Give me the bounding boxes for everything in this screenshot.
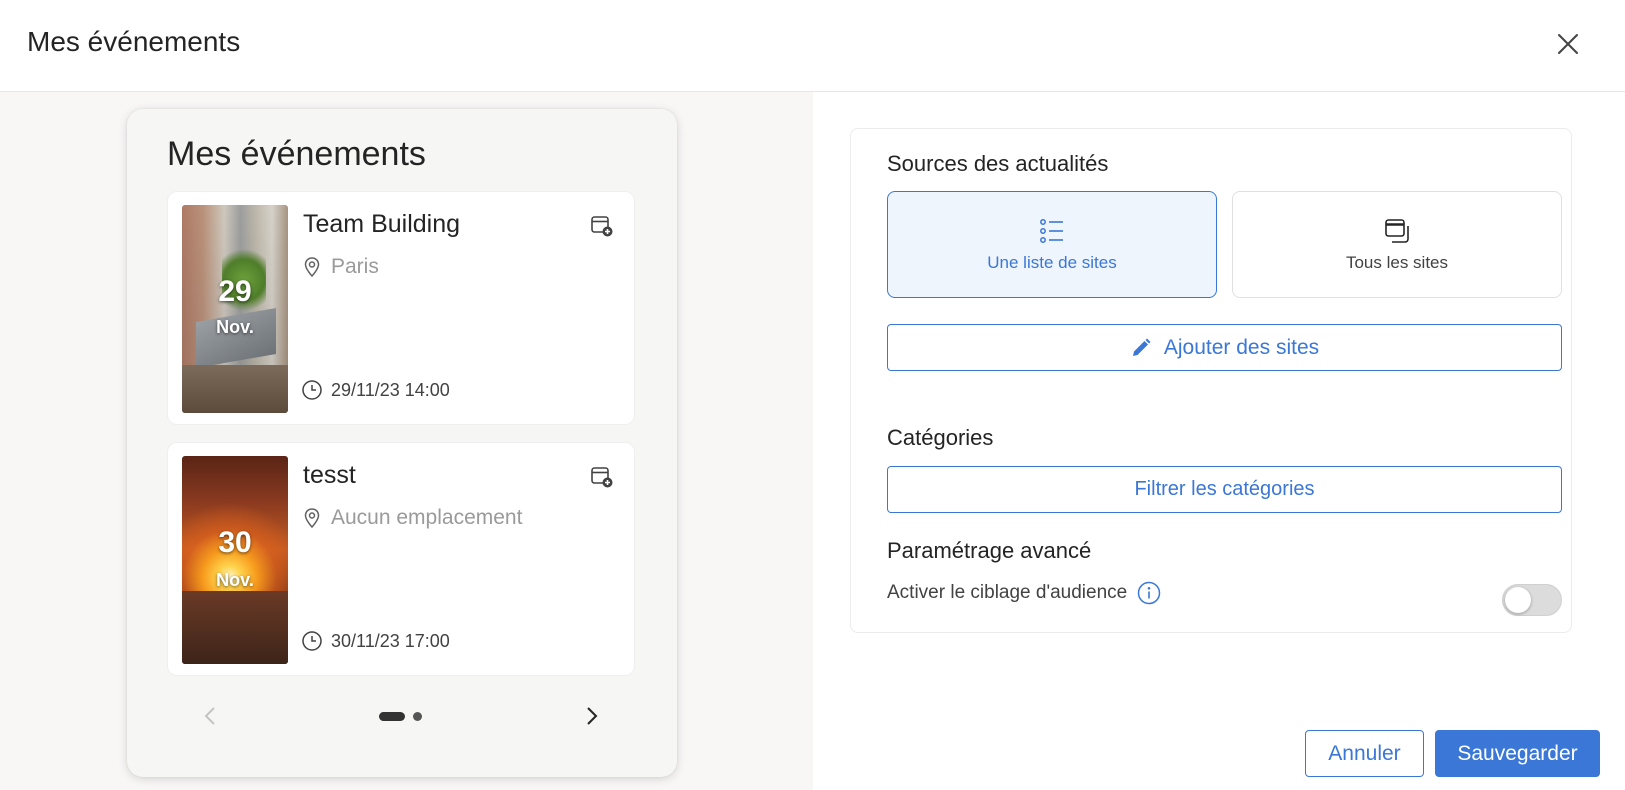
clock-icon: [302, 380, 322, 400]
event-card[interactable]: 30 Nov. tesst Aucun emplacement 30/11/23…: [167, 442, 635, 676]
preview-title: Mes événements: [167, 135, 426, 173]
info-icon[interactable]: [1137, 581, 1161, 605]
add-sites-label: Ajouter des sites: [1163, 335, 1320, 359]
event-card[interactable]: 29 Nov. Team Building Paris 29/11/23 14:…: [167, 191, 635, 425]
previous-button[interactable]: [197, 703, 223, 729]
source-option-label: Une liste de sites: [987, 253, 1117, 272]
event-date-day: 30: [218, 526, 252, 559]
carousel-pager: [127, 701, 677, 731]
audience-targeting-row: Activer le ciblage d'audience: [887, 581, 1161, 605]
event-time: 29/11/23 14:00: [301, 379, 450, 401]
dialog-title: Mes événements: [27, 26, 241, 57]
close-icon: [1558, 34, 1578, 54]
sources-heading: Sources des actualités: [887, 151, 1109, 176]
location-pin-icon: [304, 508, 320, 529]
source-option-site-list[interactable]: Une liste de sites: [887, 191, 1217, 298]
source-option-all-sites[interactable]: Tous les sites: [1232, 191, 1562, 298]
filter-categories-button[interactable]: Filtrer les catégories: [887, 466, 1562, 513]
event-image: 30 Nov.: [182, 456, 288, 664]
toggle-knob: [1505, 587, 1531, 613]
add-to-calendar-icon[interactable]: [590, 214, 614, 238]
pager-dot-active[interactable]: [379, 712, 405, 721]
settings-panel: Sources des actualités Une liste de site…: [850, 128, 1572, 633]
windows-icon: [1385, 219, 1409, 243]
filter-categories-label: Filtrer les catégories: [1134, 478, 1315, 500]
save-button[interactable]: Sauvegarder: [1435, 730, 1600, 777]
add-sites-button[interactable]: Ajouter des sites: [887, 324, 1562, 371]
location-pin-icon: [304, 257, 320, 278]
event-title[interactable]: Team Building: [303, 210, 460, 239]
event-time: 30/11/23 17:00: [301, 630, 450, 652]
audience-targeting-label: Activer le ciblage d'audience: [887, 582, 1128, 603]
pencil-icon: [1132, 338, 1151, 356]
advanced-settings-heading: Paramétrage avancé: [887, 538, 1092, 563]
list-icon: [1040, 219, 1063, 243]
chevron-left-icon: [204, 707, 215, 725]
add-to-calendar-icon[interactable]: [590, 465, 614, 489]
cancel-button[interactable]: Annuler: [1305, 730, 1424, 777]
event-location-text: Paris: [331, 255, 379, 278]
next-button[interactable]: [579, 703, 605, 729]
clock-icon: [302, 631, 322, 651]
event-title[interactable]: tesst: [303, 461, 356, 490]
pager-dot[interactable]: [413, 712, 422, 721]
event-datetime: 29/11/23 14:00: [331, 379, 450, 400]
dialog-header: Mes événements: [0, 0, 1625, 92]
close-button[interactable]: [1550, 26, 1586, 62]
event-location: Paris: [301, 255, 379, 279]
preview-pane: Mes événements 29 Nov. Team Building Par…: [0, 92, 813, 790]
audience-targeting-toggle[interactable]: [1502, 584, 1562, 616]
event-date-month: Nov.: [216, 317, 254, 337]
event-image: 29 Nov.: [182, 205, 288, 413]
categories-heading: Catégories: [887, 425, 994, 450]
event-location-text: Aucun emplacement: [331, 506, 523, 529]
event-date-month: Nov.: [216, 570, 254, 590]
event-datetime: 30/11/23 17:00: [331, 630, 450, 651]
chevron-right-icon: [587, 707, 598, 725]
events-webpart-preview: Mes événements 29 Nov. Team Building Par…: [127, 109, 677, 777]
event-date-day: 29: [218, 275, 252, 308]
event-location: Aucun emplacement: [301, 506, 522, 530]
source-option-label: Tous les sites: [1345, 253, 1449, 272]
